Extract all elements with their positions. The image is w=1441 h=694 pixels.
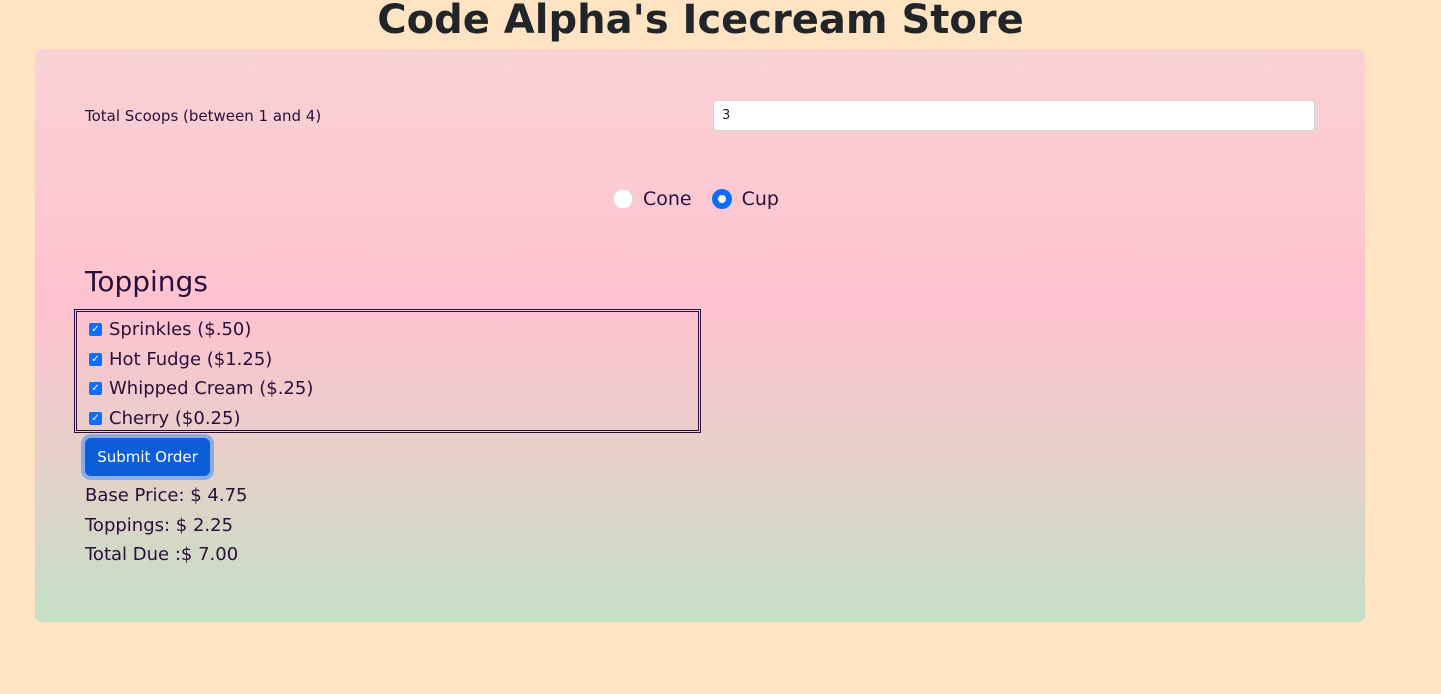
toppings-list: ✓ Sprinkles ($.50) ✓ Hot Fudge ($1.25) ✓… xyxy=(74,309,701,433)
checkbox-checked-icon[interactable]: ✓ xyxy=(89,323,102,337)
order-card: Total Scoops (between 1 and 4) Cone Cup … xyxy=(35,49,1365,622)
scoops-input[interactable] xyxy=(713,100,1315,131)
scoops-label: Total Scoops (between 1 and 4) xyxy=(85,107,322,125)
topping-item-cherry[interactable]: ✓ Cherry ($0.25) xyxy=(89,404,698,434)
checkbox-checked-icon[interactable]: ✓ xyxy=(89,411,102,425)
toppings-heading: Toppings xyxy=(85,265,208,298)
container-radio-group: Cone Cup xyxy=(613,188,779,210)
cup-radio[interactable] xyxy=(711,189,732,209)
submit-order-button[interactable]: Submit Order xyxy=(85,438,210,476)
topping-label: Cherry ($0.25) xyxy=(109,407,241,429)
topping-label: Hot Fudge ($1.25) xyxy=(109,348,273,370)
topping-item-hot-fudge[interactable]: ✓ Hot Fudge ($1.25) xyxy=(89,345,698,375)
cone-radio-label[interactable]: Cone xyxy=(643,188,692,210)
topping-item-whipped-cream[interactable]: ✓ Whipped Cream ($.25) xyxy=(89,374,698,404)
toppings-price-text: Toppings: $ 2.25 xyxy=(85,514,234,536)
cone-radio[interactable] xyxy=(613,189,633,209)
topping-item-sprinkles[interactable]: ✓ Sprinkles ($.50) xyxy=(89,315,698,345)
cup-radio-label[interactable]: Cup xyxy=(742,188,779,210)
checkbox-checked-icon[interactable]: ✓ xyxy=(89,352,102,366)
topping-label: Whipped Cream ($.25) xyxy=(109,378,314,400)
page-title: Code Alpha's Icecream Store xyxy=(377,0,1024,43)
topping-label: Sprinkles ($.50) xyxy=(109,319,252,341)
total-due-text: Total Due :$ 7.00 xyxy=(85,544,239,565)
base-price-text: Base Price: $ 4.75 xyxy=(85,485,248,506)
order-summary: Base Price: $ 4.75 Toppings: $ 2.25 Tota… xyxy=(85,481,248,570)
checkbox-checked-icon[interactable]: ✓ xyxy=(89,382,102,396)
